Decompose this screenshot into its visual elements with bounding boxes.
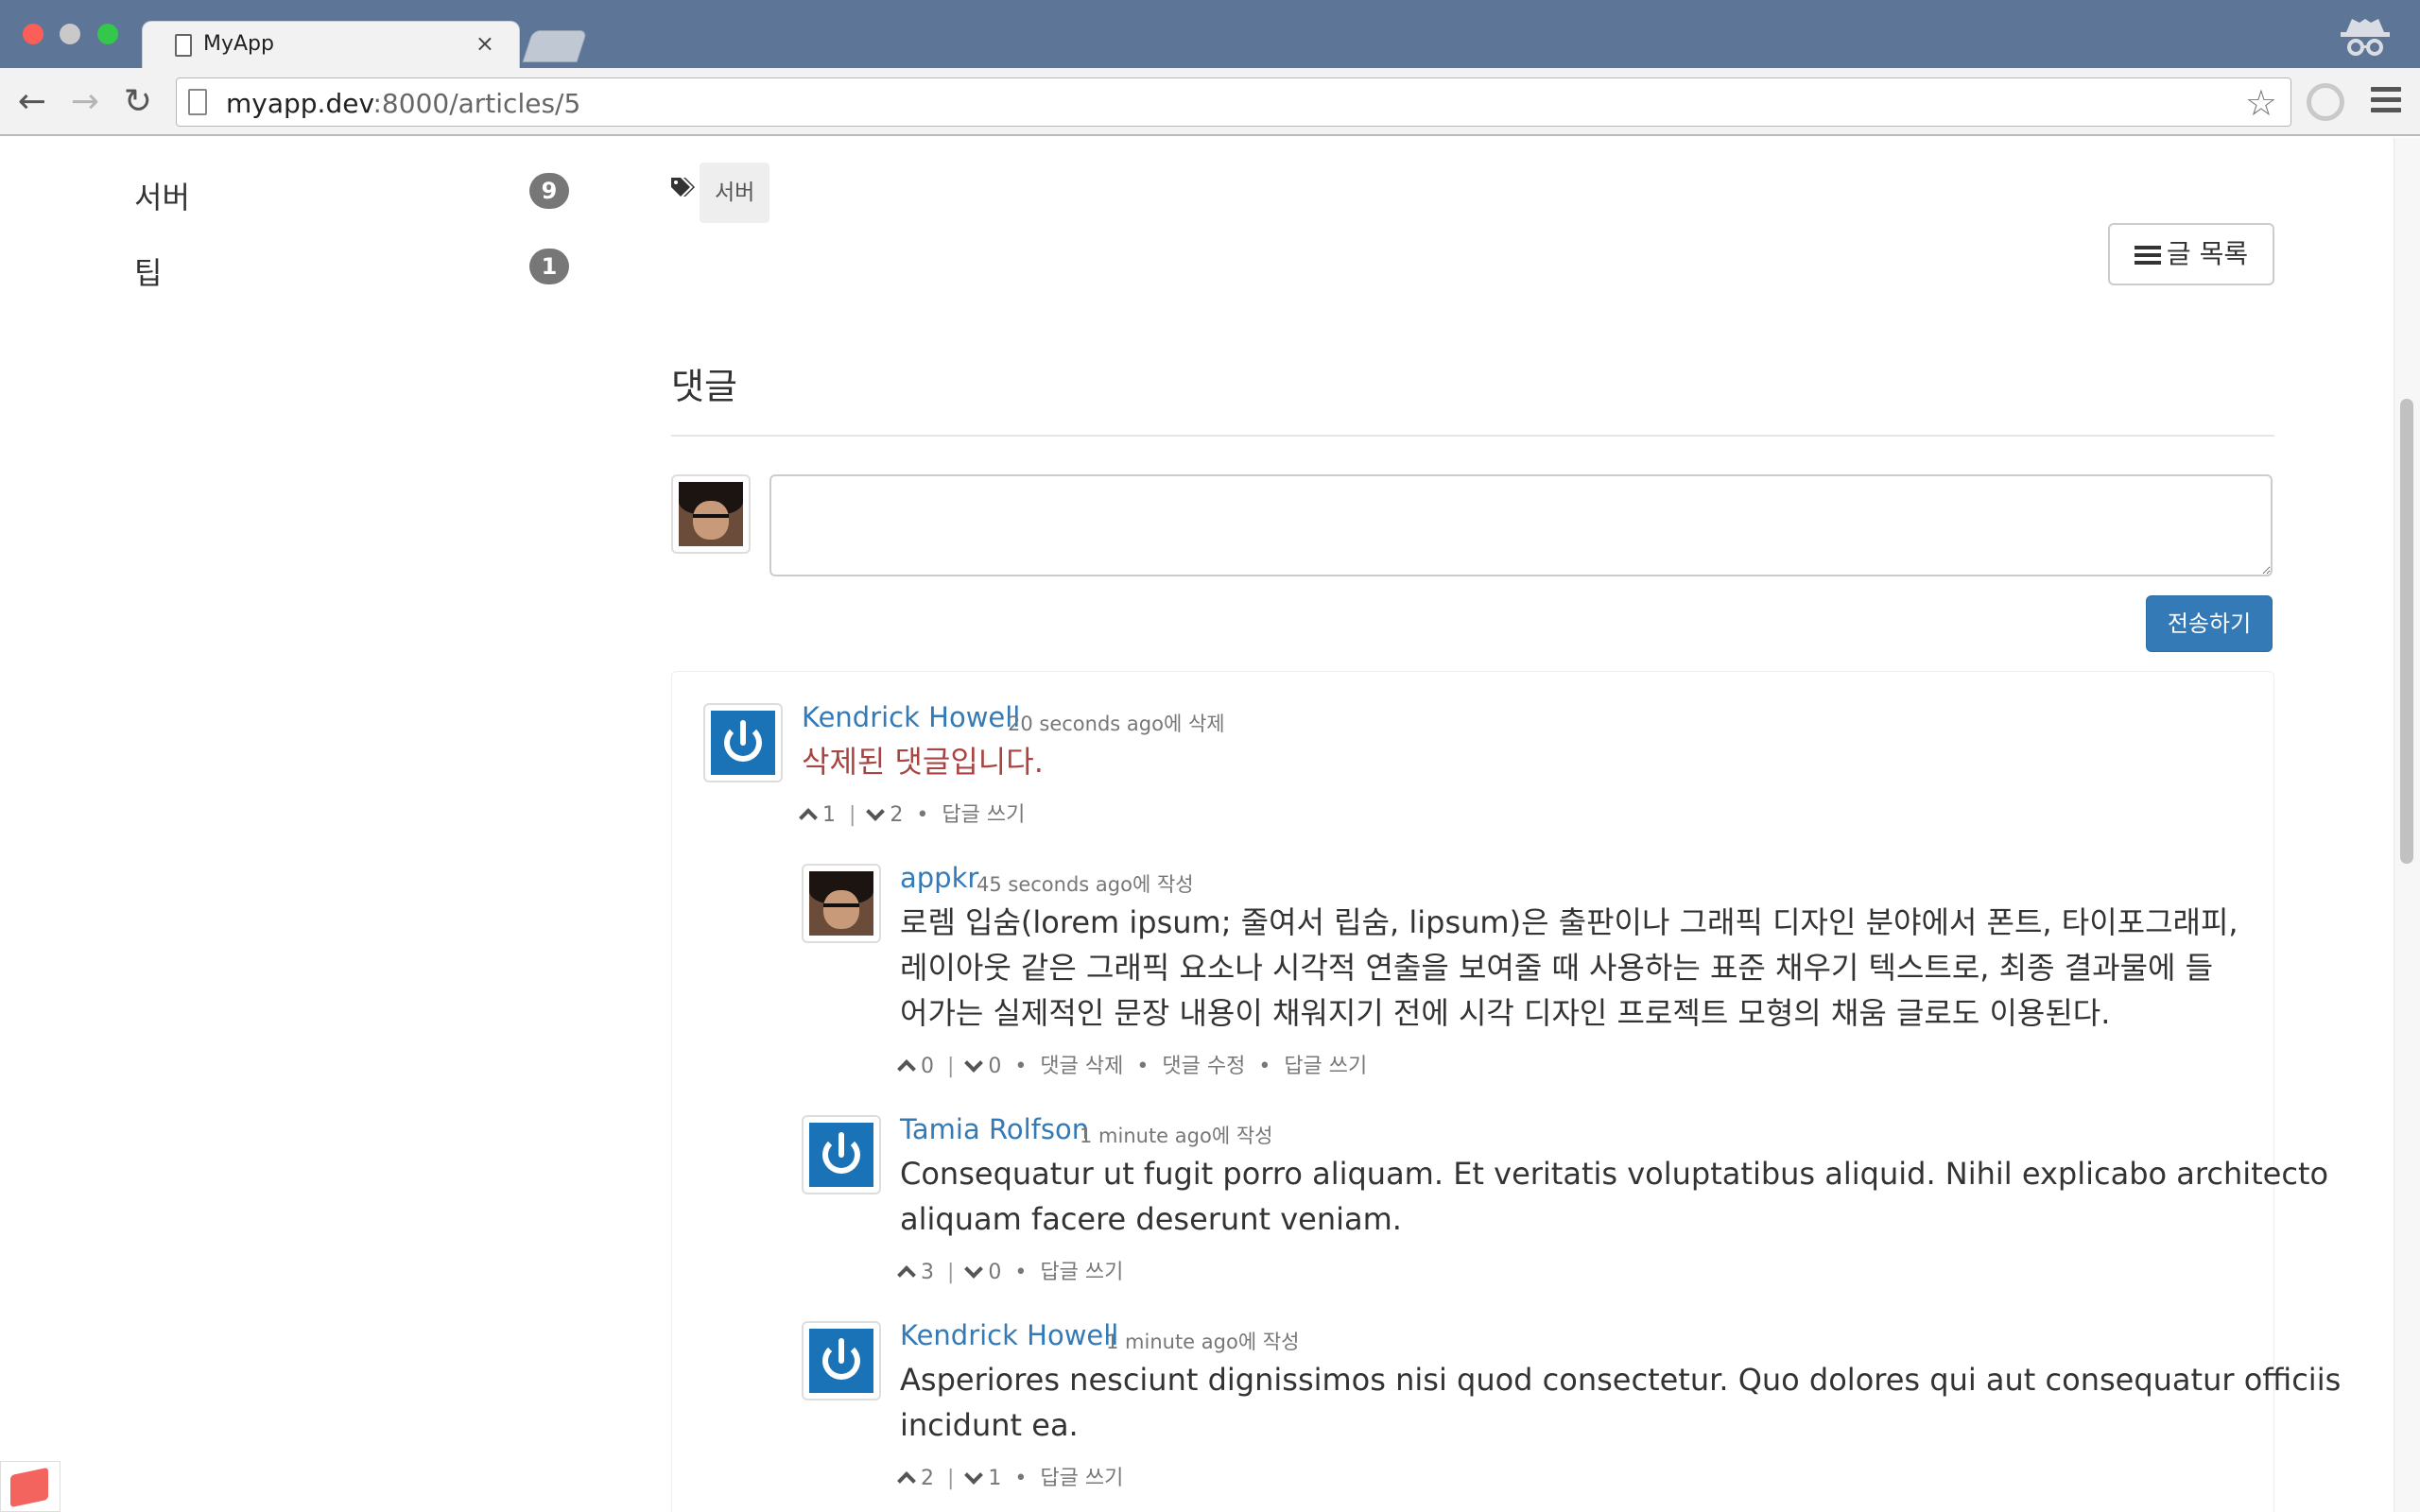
article-list-button[interactable]: 글 목록: [2108, 223, 2274, 285]
comment-meta: 20 seconds ago에 삭제: [1008, 713, 1225, 735]
comment-actions: 0 | 0 • 댓글 삭제 • 댓글 수정 • 답글 쓰기: [897, 1049, 1367, 1079]
commenter-avatar: [802, 864, 881, 943]
downvote-icon[interactable]: [964, 1466, 984, 1485]
tab-title: MyApp: [203, 32, 274, 56]
bookmark-star-icon[interactable]: ☆: [2245, 82, 2277, 124]
commenter-avatar: [802, 1321, 881, 1400]
browser-titlebar: MyApp ×: [0, 0, 2420, 68]
sidebar-count-badge: 9: [529, 173, 569, 209]
submit-comment-button[interactable]: 전송하기: [2146, 595, 2273, 652]
address-bar[interactable]: myapp.dev:8000/articles/5 ☆: [176, 77, 2291, 127]
comment-body-line: 어가는 실제적인 문장 내용이 채워지기 전에 시각 디자인 프로젝트 모형의 …: [900, 995, 2111, 1031]
url-text[interactable]: myapp.dev:8000/articles/5: [226, 88, 580, 119]
upvote-icon[interactable]: [897, 1471, 916, 1490]
commenter-avatar: [703, 703, 783, 782]
upvote-icon[interactable]: [897, 1059, 916, 1078]
scroll-thumb[interactable]: [2400, 399, 2413, 864]
comment-author[interactable]: Kendrick Howell: [900, 1319, 1118, 1351]
upvote-count: 0: [921, 1055, 934, 1078]
downvote-icon[interactable]: [866, 802, 886, 821]
downvote-count: 0: [988, 1055, 1002, 1078]
comment-author[interactable]: Kendrick Howell: [802, 701, 1020, 733]
sidebar-item-server[interactable]: 서버: [134, 174, 190, 217]
browser-tab[interactable]: MyApp ×: [142, 21, 520, 68]
menu-icon[interactable]: [2371, 87, 2401, 118]
list-icon: [2134, 242, 2161, 268]
downvote-icon[interactable]: [964, 1054, 984, 1073]
reply-link[interactable]: 답글 쓰기: [1040, 1467, 1123, 1490]
back-button[interactable]: ←: [13, 83, 51, 121]
comment-body-line: Asperiores nesciunt dignissimos nisi quo…: [900, 1362, 2342, 1398]
url-host: myapp.dev: [226, 88, 373, 119]
comment-body-line: incidunt ea.: [900, 1407, 1079, 1443]
comment-body-line: aliquam facere deserunt veniam.: [900, 1201, 1402, 1237]
extension-icon[interactable]: [2307, 83, 2344, 121]
comment-body-line: Consequatur ut fugit porro aliquam. Et v…: [900, 1156, 2329, 1192]
reload-button[interactable]: ↻: [119, 83, 157, 121]
comment-meta: 1 minute ago에 작성: [1106, 1331, 1300, 1353]
comment-body-line: 레이아웃 같은 그래픽 요소나 시각적 연출을 보여줄 때 사용하는 표준 채우…: [900, 950, 2214, 986]
upvote-icon[interactable]: [897, 1265, 916, 1284]
upvote-count: 2: [921, 1467, 934, 1490]
divider: [671, 435, 2274, 437]
close-window-button[interactable]: [23, 24, 43, 44]
comment-body-line: 로렘 입숨(lorem ipsum; 줄여서 립숨, lipsum)은 출판이나…: [900, 904, 2238, 940]
comment-textarea[interactable]: [769, 474, 2273, 576]
comment-author[interactable]: appkr: [900, 862, 978, 894]
downvote-count: 2: [890, 803, 904, 827]
comment-meta: 1 minute ago에 작성: [1080, 1125, 1273, 1147]
debugbar-logo-icon[interactable]: [0, 1461, 60, 1512]
new-tab-button[interactable]: [522, 30, 588, 62]
upvote-icon[interactable]: [799, 808, 818, 827]
sidebar-item-tip[interactable]: 팁: [134, 249, 162, 293]
current-user-avatar: [671, 474, 751, 554]
sidebar-count-badge: 1: [529, 249, 569, 284]
commenter-avatar: [802, 1115, 881, 1194]
upvote-count: 1: [822, 803, 836, 827]
comments-title: 댓글: [671, 366, 737, 407]
comment-actions: 1 | 2 • 답글 쓰기: [799, 798, 1025, 828]
comment-author[interactable]: Tamia Rolfson: [900, 1113, 1089, 1145]
minimize-window-button[interactable]: [60, 24, 80, 44]
article-list-label: 글 목록: [2166, 238, 2249, 269]
maximize-window-button[interactable]: [97, 24, 118, 44]
reply-link[interactable]: 답글 쓰기: [942, 803, 1025, 827]
url-path: :8000/articles/5: [372, 88, 581, 119]
comment-actions: 3 | 0 • 답글 쓰기: [897, 1255, 1123, 1285]
delete-comment-link[interactable]: 댓글 삭제: [1040, 1055, 1123, 1078]
downvote-icon[interactable]: [964, 1260, 984, 1279]
reply-link[interactable]: 답글 쓰기: [1040, 1261, 1123, 1284]
downvote-count: 0: [988, 1261, 1002, 1284]
downvote-count: 1: [988, 1467, 1002, 1490]
incognito-icon: [2341, 19, 2390, 56]
browser-toolbar: ← → ↻ myapp.dev:8000/articles/5 ☆: [0, 68, 2420, 136]
comment-meta: 45 seconds ago에 작성: [977, 873, 1194, 896]
edit-comment-link[interactable]: 댓글 수정: [1162, 1055, 1245, 1078]
tag-server[interactable]: 서버: [700, 163, 770, 223]
reply-link[interactable]: 답글 쓰기: [1284, 1055, 1367, 1078]
comment-actions: 2 | 1 • 답글 쓰기: [897, 1461, 1123, 1491]
page-scrollbar[interactable]: [2394, 138, 2420, 1512]
tab-close-icon[interactable]: ×: [475, 30, 494, 57]
upvote-count: 3: [921, 1261, 934, 1284]
page-icon: [188, 89, 207, 115]
page-icon: [175, 34, 192, 57]
comment-body: 삭제된 댓글입니다.: [802, 744, 1044, 780]
forward-button[interactable]: →: [66, 83, 104, 121]
tags-icon: [671, 178, 695, 197]
